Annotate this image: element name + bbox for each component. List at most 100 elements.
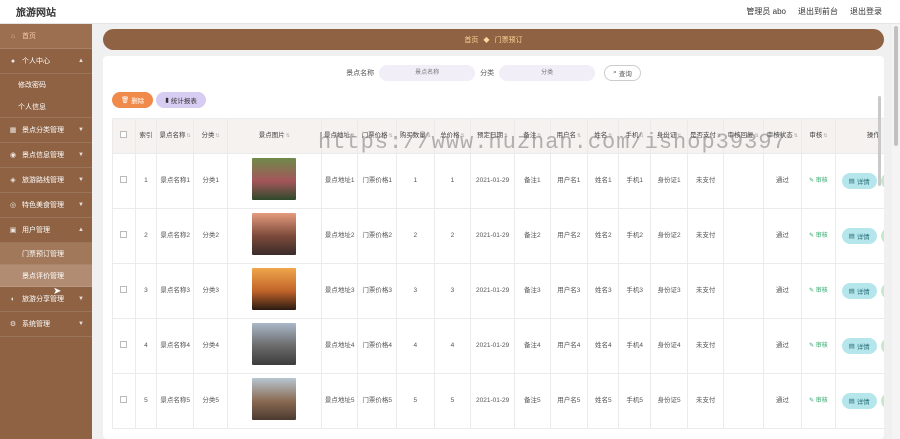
table-cell-user: 用户名3 — [549, 263, 589, 319]
table-row: 1 景点名称1 分类1 景点地址1 门票价格1 1 1 2021-01-29 备注1 用户名1 姓名… — [112, 153, 884, 209]
sidebar-item-user-mgmt[interactable]: ▣ 用户管理 ▲ — [0, 218, 92, 243]
row-checkbox[interactable] — [120, 230, 128, 238]
sidebar-item-label: 景点分类管理 — [22, 127, 64, 134]
edit-button[interactable]: ✎修 — [880, 338, 884, 354]
column-header[interactable]: 索引 — [134, 118, 157, 154]
row-checkbox[interactable] — [120, 175, 128, 183]
audit-link[interactable]: ✎ 审核 — [809, 178, 828, 184]
column-header[interactable]: 购买数量⇅ — [396, 118, 435, 154]
category-input[interactable] — [499, 65, 596, 81]
admin-user-link[interactable]: 管理员 abo — [746, 6, 786, 17]
spot-thumbnail[interactable] — [252, 378, 297, 421]
table-cell-reply — [722, 208, 764, 264]
column-header[interactable]: 预定日期⇅ — [470, 118, 516, 154]
table-cell-id_card: 身份证3 — [649, 263, 689, 319]
row-checkbox[interactable] — [120, 285, 128, 293]
grid-icon: ▦ — [9, 127, 17, 134]
spot-thumbnail[interactable] — [252, 213, 297, 256]
table-cell-note: 备注2 — [514, 208, 551, 264]
audit-link[interactable]: ✎ 审核 — [809, 398, 828, 404]
table-cell-note: 备注5 — [514, 373, 551, 429]
detail-icon: ▤ — [848, 178, 855, 185]
select-all-checkbox[interactable] — [120, 130, 128, 138]
back-to-front-link[interactable]: 退出到前台 — [798, 6, 838, 17]
booking-table-wrapper: 索引 景点名称⇅ 分类⇅ 景点图片⇅ 景点地址⇅ 门票价格⇅ 购买数量⇅ 总价格… — [112, 118, 884, 439]
table-scrollbar[interactable] — [878, 96, 881, 186]
sidebar-item-route-mgmt[interactable]: ◈ 旅游路线管理 ▼ — [0, 168, 92, 193]
stats-report-button[interactable]: ▮ 统计报表 — [156, 92, 206, 108]
column-header[interactable]: 审核状态⇅ — [762, 118, 803, 154]
audit-cell: ✎ 审核 — [801, 208, 836, 264]
detail-button[interactable]: ▤ 详情 — [841, 173, 877, 189]
sidebar-subitem-spot-review[interactable]: 景点评价管理 — [0, 265, 92, 287]
detail-button[interactable]: ▤ 详情 — [841, 393, 877, 409]
table-cell-index: 2 — [134, 208, 157, 264]
sidebar-item-system-mgmt[interactable]: ⚙ 系统管理 ▼ — [0, 312, 92, 337]
table-row: 3 景点名称3 分类3 景点地址3 门票价格3 3 3 2021-01-29 备注3 用户名3 姓名… — [112, 263, 884, 319]
chevron-down-icon: ▼ — [78, 152, 84, 158]
row-checkbox[interactable] — [120, 395, 128, 403]
column-header[interactable]: 用户名⇅ — [549, 118, 589, 154]
table-cell-name: 景点名称5 — [155, 373, 195, 429]
column-header[interactable]: 审核回复⇅ — [722, 118, 764, 154]
spot-thumbnail[interactable] — [252, 158, 297, 201]
edit-button[interactable]: ✎修 — [880, 173, 884, 189]
breadcrumb-separator-icon: ◆ — [483, 35, 490, 44]
sidebar-item-food-mgmt[interactable]: ◎ 特色美食管理 ▼ — [0, 193, 92, 218]
column-header[interactable]: 总价格⇅ — [433, 118, 472, 154]
table-cell-real_name: 姓名5 — [587, 373, 620, 429]
column-header[interactable]: 分类⇅ — [193, 118, 228, 154]
table-cell-total: 5 — [433, 373, 472, 429]
spot-name-input[interactable] — [379, 65, 476, 81]
food-icon: ◎ — [9, 202, 17, 209]
column-header[interactable]: 审核⇅ — [801, 118, 836, 154]
page-scrollbar-thumb[interactable] — [894, 26, 898, 146]
column-header[interactable]: 手机⇅ — [618, 118, 651, 154]
sidebar-subitem-ticket-booking[interactable]: 门票预订管理 — [0, 243, 92, 265]
column-header[interactable]: 备注⇅ — [514, 118, 551, 154]
detail-button[interactable]: ▤ 详情 — [841, 228, 877, 244]
audit-link[interactable]: ✎ 审核 — [809, 288, 828, 294]
toolbar: 🗑 删除 ▮ 统计报表 — [112, 92, 206, 108]
sidebar-item-spot-mgmt[interactable]: ◉ 景点信息管理 ▼ — [0, 143, 92, 168]
audit-link[interactable]: ✎ 审核 — [809, 343, 828, 349]
sidebar-subitem-personal-info[interactable]: 个人信息 — [0, 96, 92, 118]
detail-button[interactable]: ▤ 详情 — [841, 283, 877, 299]
column-header[interactable]: 门票价格⇅ — [357, 118, 398, 154]
detail-icon: ▤ — [848, 233, 855, 240]
column-header[interactable]: 景点名称⇅ — [155, 118, 195, 154]
row-checkbox[interactable] — [120, 340, 128, 348]
sidebar-item-category-mgmt[interactable]: ▦ 景点分类管理 ▼ — [0, 118, 92, 143]
detail-button[interactable]: ▤ 详情 — [841, 338, 877, 354]
audit-link[interactable]: ✎ 审核 — [809, 233, 828, 239]
table-cell-id_card: 身份证2 — [649, 208, 689, 264]
table-cell-category: 分类1 — [193, 153, 228, 209]
column-header[interactable]: 景点地址⇅ — [320, 118, 359, 154]
logout-link[interactable]: 退出登录 — [850, 6, 882, 17]
spot-thumbnail[interactable] — [252, 323, 297, 366]
edit-button[interactable]: ✎修 — [880, 228, 884, 244]
table-cell-total: 2 — [433, 208, 472, 264]
column-header[interactable]: 景点图片⇅ — [226, 118, 322, 154]
sidebar-item-label: 首页 — [22, 33, 36, 40]
delete-button[interactable]: 🗑 删除 — [112, 92, 154, 108]
table-header-row: 索引 景点名称⇅ 分类⇅ 景点图片⇅ 景点地址⇅ 门票价格⇅ 购买数量⇅ 总价格… — [112, 118, 884, 154]
table-cell-reply — [722, 373, 764, 429]
edit-button[interactable]: ✎修 — [880, 393, 884, 409]
operations-cell: ▤详情✎修 — [834, 153, 884, 209]
breadcrumb-current: 门票预订 — [494, 36, 523, 44]
column-header[interactable]: 身份证⇅ — [649, 118, 689, 154]
column-header[interactable]: 是否支付⇅ — [687, 118, 724, 154]
spot-thumbnail[interactable] — [252, 268, 297, 311]
search-button[interactable]: ⌕ 查询 — [604, 65, 641, 81]
sidebar-subitem-change-password[interactable]: 修改密码 — [0, 74, 92, 96]
column-header[interactable]: 姓名⇅ — [587, 118, 620, 154]
sidebar-item-home[interactable]: ⌂ 首页 — [0, 24, 92, 49]
edit-button[interactable]: ✎修 — [880, 283, 884, 299]
row-select-cell — [112, 263, 136, 319]
page-scrollbar[interactable] — [892, 24, 900, 439]
breadcrumb-home[interactable]: 首页 — [464, 35, 478, 45]
table-cell-name: 景点名称1 — [155, 153, 195, 209]
sidebar-item-personal-center[interactable]: ● 个人中心 ▲ — [0, 49, 92, 74]
sidebar-item-share-mgmt[interactable]: ◐ 旅游分享管理 ▼ — [0, 287, 92, 312]
